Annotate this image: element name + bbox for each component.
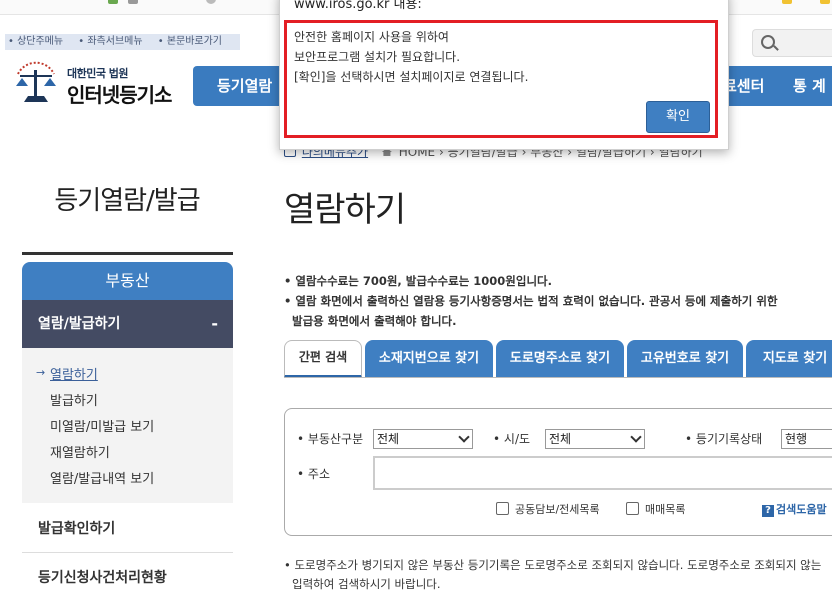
search-icon[interactable] <box>761 35 775 49</box>
court-emblem-icon <box>16 61 56 102</box>
sidebar-title: 등기열람/발급 <box>54 186 200 216</box>
nav-item-data-center[interactable]: 료센터 <box>723 66 764 106</box>
sidebar-item-view[interactable]: 열람하기 <box>50 364 98 383</box>
tab-road-address[interactable]: 도로명주소로 찾기 <box>496 340 624 378</box>
chevron-down-icon <box>630 431 642 443</box>
search-tabs: 간편 검색 소재지번으로 찾기 도로명주소로 찾기 고유번호로 찾기 지도로 찾… <box>284 340 832 378</box>
skip-link-content[interactable]: • 본문바로가기 <box>158 36 228 47</box>
road-address-note: • 도로명주소가 병기되지 않은 부동산 등기기록은 도로명주소로 조회되지 않… <box>284 558 822 572</box>
joint-collateral-checkbox[interactable] <box>496 502 509 515</box>
dialog-message-line: 보안프로그램 설치가 필요합니다. <box>294 50 461 64</box>
notice-fee: • 열람수수료는 700원, 발급수수료는 1000원입니다. <box>284 274 552 288</box>
browser-icon <box>820 0 830 4</box>
sale-list-checkbox[interactable] <box>626 502 639 515</box>
site-logo[interactable]: 대한민국 법원 인터넷등기소 <box>10 60 185 108</box>
property-type-label: • 부동산구분 <box>297 432 364 446</box>
help-icon: ? <box>762 505 774 517</box>
page-title: 열람하기 <box>284 190 406 230</box>
logo-title: 인터넷등기소 <box>67 83 172 107</box>
tab-lot-number[interactable]: 소재지번으로 찾기 <box>365 340 493 378</box>
search-help-link[interactable]: ? 검색도움말 <box>762 501 827 517</box>
tab-map[interactable]: 지도로 찾기 <box>746 340 832 378</box>
road-address-note-cont: 입력하여 검색하시기 바랍니다. <box>292 577 441 591</box>
dialog-message-line: [확인]을 선택하시면 설치페이지로 연결됩니다. <box>294 70 529 84</box>
tab-simple-search[interactable]: 간편 검색 <box>284 340 362 378</box>
browser-icon <box>128 0 138 4</box>
property-type-select[interactable]: 전체 <box>373 429 473 449</box>
sidebar-item-unviewed[interactable]: 미열람/미발급 보기 <box>50 416 154 435</box>
sidebar-section-view-issue[interactable]: 열람/발급하기 - <box>22 300 233 348</box>
joint-collateral-label: 공동담보/전세목록 <box>515 503 600 516</box>
address-label: • 주소 <box>297 467 330 481</box>
nav-item-registry-view[interactable]: 등기열람 <box>217 66 272 106</box>
browser-icon <box>782 0 792 4</box>
sidebar-category[interactable]: 부동산 <box>22 262 233 300</box>
sidebar-link-verify[interactable]: 발급확인하기 <box>38 518 115 538</box>
chevron-down-icon <box>458 431 470 443</box>
search-form: • 부동산구분 전체 • 시/도 전체 • 등기기록상태 현행 • 주소 공동담… <box>284 408 832 536</box>
dialog-host: www.iros.go.kr 내용: <box>294 0 422 12</box>
notice-legal-cont: 발급용 화면에서 출력해야 합니다. <box>292 314 457 328</box>
security-alert-dialog: www.iros.go.kr 내용: 안전한 홈페이지 사용을 위하여 보안프로… <box>279 0 729 150</box>
sidebar-divider <box>22 252 233 255</box>
dialog-message-line: 안전한 홈페이지 사용을 위하여 <box>294 30 449 44</box>
sidebar-divider <box>22 552 233 553</box>
sidebar-item-history[interactable]: 열람/발급내역 보기 <box>50 468 154 487</box>
site-search-box[interactable] <box>752 29 832 57</box>
tab-divider <box>284 377 832 378</box>
sido-label: • 시/도 <box>493 432 531 446</box>
sidebar-item-issue[interactable]: 발급하기 <box>50 390 98 409</box>
sido-select[interactable]: 전체 <box>545 429 645 449</box>
sidebar-item-review[interactable]: 재열람하기 <box>50 442 110 461</box>
sale-list-label: 매매목록 <box>645 503 686 516</box>
skip-link-sub-menu[interactable]: • 좌측서브메뉴 <box>78 36 148 47</box>
tab-unique-number[interactable]: 고유번호로 찾기 <box>627 340 743 378</box>
record-status-select[interactable]: 현행 <box>781 429 832 449</box>
nav-item-statistics[interactable]: 통 계 <box>793 66 826 106</box>
skip-link-main-menu[interactable]: • 상단주메뉴 <box>8 36 69 47</box>
sidebar-section-label: 열람/발급하기 <box>38 316 121 332</box>
address-input[interactable] <box>373 456 832 490</box>
browser-icon <box>108 0 118 4</box>
record-status-label: • 등기기록상태 <box>685 432 763 446</box>
sidebar-submenu: → 열람하기 발급하기 미열람/미발급 보기 재열람하기 열람/발급내역 보기 <box>22 348 233 503</box>
active-arrow-icon: → <box>36 366 46 379</box>
sidebar-link-case-status[interactable]: 등기신청사건처리현황 <box>38 567 167 587</box>
dialog-ok-button[interactable]: 확인 <box>646 101 710 133</box>
browser-icon <box>206 0 216 4</box>
notice-legal: • 열람 화면에서 출력하신 열람용 등기사항증명서는 법적 효력이 없습니다.… <box>284 294 778 308</box>
collapse-icon[interactable]: - <box>211 300 218 348</box>
skip-links: • 상단주메뉴 • 좌측서브메뉴 • 본문바로가기 <box>5 34 240 50</box>
